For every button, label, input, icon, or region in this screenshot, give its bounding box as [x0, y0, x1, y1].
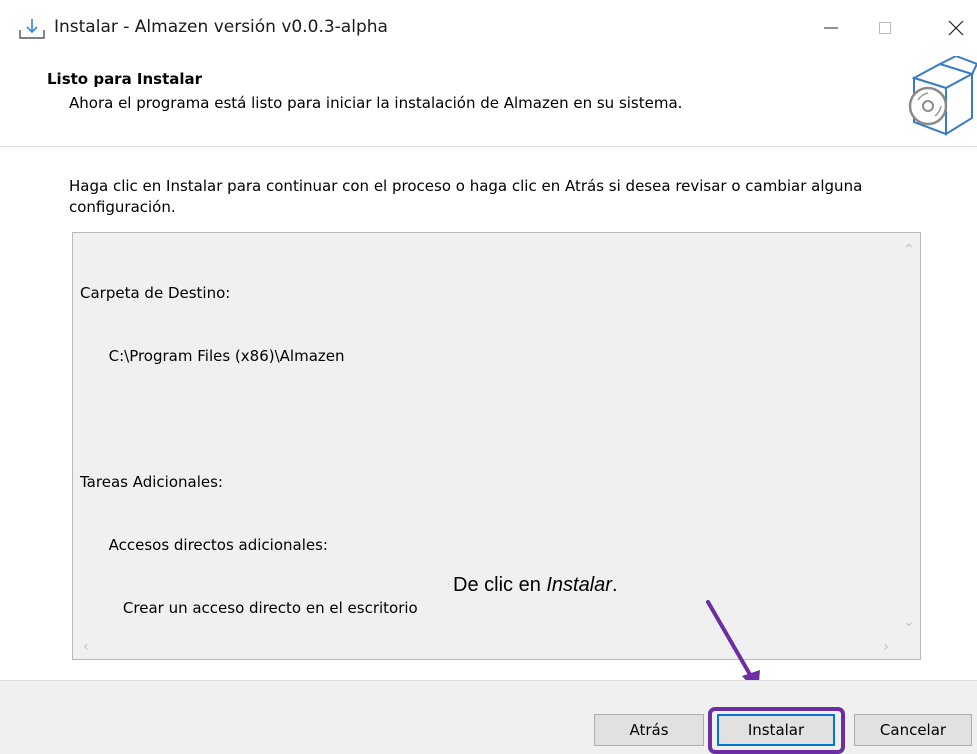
title-bar[interactable]: Instalar - Almazen versión v0.0.3-alpha [0, 0, 977, 58]
button-bar: Atrás Instalar Cancelar [0, 681, 977, 754]
close-icon [948, 20, 964, 36]
install-button[interactable]: Instalar [717, 714, 835, 746]
window-title: Instalar - Almazen versión v0.0.3-alpha [54, 17, 388, 37]
setup-box-icon [908, 56, 977, 136]
minimize-button[interactable] [806, 8, 856, 48]
memo-line: Accesos directos adicionales: [80, 536, 328, 554]
annotation-text: De clic en Instalar. [453, 574, 618, 597]
page-subtitle: Ahora el programa está listo para inicia… [69, 94, 683, 112]
scroll-up-icon[interactable]: ⌃ [903, 243, 915, 257]
memo-line: C:\Program Files (x86)\Almazen [80, 347, 345, 365]
back-button[interactable]: Atrás [594, 714, 704, 746]
annotation-suffix: . [611, 574, 618, 596]
close-button[interactable] [931, 8, 977, 48]
minimize-icon [824, 27, 838, 29]
annotation-prefix: De clic en [453, 574, 547, 596]
memo-line: Crear un acceso directo en el escritorio [80, 599, 418, 617]
annotation-emphasis: Instalar [546, 574, 612, 596]
maximize-icon [879, 22, 891, 34]
memo-line: Carpeta de Destino: [80, 284, 231, 302]
vertical-scrollbar[interactable]: ⌃ ⌄ [898, 233, 920, 637]
summary-lines: Carpeta de Destino: C:\Program Files (x8… [80, 241, 418, 659]
memo-line [80, 409, 418, 430]
instruction-text: Haga clic en Instalar para continuar con… [69, 177, 863, 216]
cancel-button[interactable]: Cancelar [854, 714, 972, 746]
header-divider [0, 146, 977, 147]
scroll-right-icon[interactable]: › [883, 640, 889, 654]
memo-line: Tareas Adicionales: [80, 473, 223, 491]
installer-window: Instalar - Almazen versión v0.0.3-alpha … [0, 0, 977, 754]
maximize-button[interactable] [860, 8, 910, 48]
page-title: Listo para Instalar [47, 70, 203, 88]
scroll-down-icon[interactable]: ⌄ [903, 615, 915, 629]
scroll-left-icon[interactable]: ‹ [83, 640, 89, 654]
install-download-icon [19, 19, 45, 39]
